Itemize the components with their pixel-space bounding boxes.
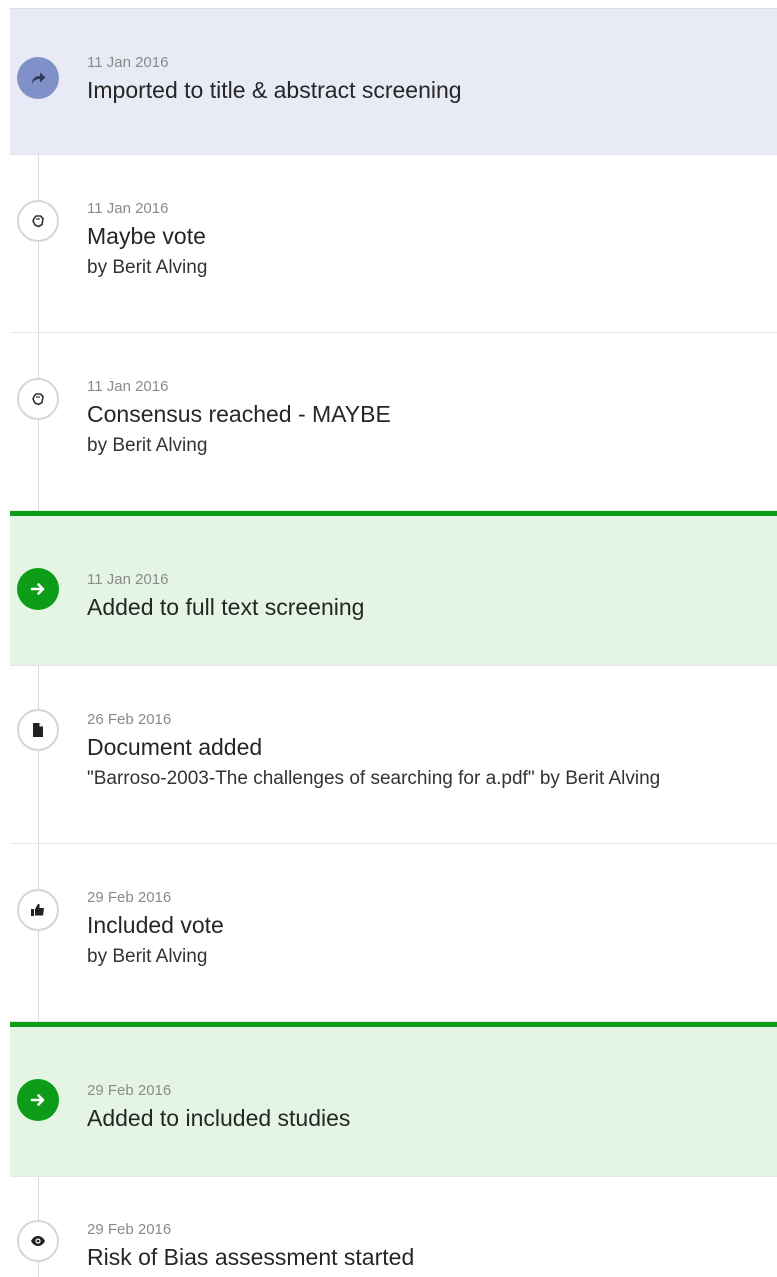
event-author: by Berit Alving (87, 257, 208, 278)
arrow-right-icon (17, 568, 59, 610)
event-date: 11 Jan 2016 (87, 378, 169, 395)
event-title: Included vote (87, 912, 224, 938)
event-title: Imported to title & abstract screening (87, 77, 462, 103)
event-title: Added to included studies (87, 1105, 351, 1131)
event-date: 26 Feb 2016 (87, 711, 172, 728)
document-link[interactable]: "Barroso-2003-The challenges of searchin… (87, 767, 773, 791)
timeline-event-consensus: 11 Jan 2016 Consensus reached - MAYBE by… (10, 333, 777, 511)
event-date: 29 Feb 2016 (87, 889, 172, 906)
event-title: Risk of Bias assessment started (87, 1244, 415, 1270)
timeline-event-imported: 11 Jan 2016 Imported to title & abstract… (10, 9, 777, 155)
event-author: by Berit Alving (87, 946, 208, 967)
thumbs-up-icon (17, 889, 59, 931)
timeline-event-included-vote: 29 Feb 2016 Included vote by Berit Alvin… (10, 844, 777, 1022)
event-date: 29 Feb 2016 (87, 1082, 172, 1099)
event-title: Consensus reached - MAYBE (87, 401, 391, 427)
hand-icon (17, 200, 59, 242)
share-arrow-icon (17, 57, 59, 99)
event-date: 29 Feb 2016 (87, 1221, 172, 1238)
event-date: 11 Jan 2016 (87, 571, 169, 588)
timeline-event-document: 26 Feb 2016 Document added "Barroso-2003… (10, 666, 777, 844)
event-title: Added to full text screening (87, 594, 365, 620)
event-date: 11 Jan 2016 (87, 200, 169, 217)
eye-icon (17, 1220, 59, 1262)
hand-icon (17, 378, 59, 420)
document-icon (17, 709, 59, 751)
timeline-event-full-text: 11 Jan 2016 Added to full text screening (10, 511, 777, 666)
timeline-event-included-studies: 29 Feb 2016 Added to included studies (10, 1022, 777, 1177)
event-date: 11 Jan 2016 (87, 54, 169, 71)
arrow-right-icon (17, 1079, 59, 1121)
event-title: Document added (87, 734, 263, 760)
event-title: Maybe vote (87, 223, 206, 249)
event-author: by Berit Alving (87, 435, 208, 456)
timeline-event-risk-of-bias: 29 Feb 2016 Risk of Bias assessment star… (10, 1177, 777, 1277)
history-timeline: 11 Jan 2016 Imported to title & abstract… (10, 8, 777, 1277)
timeline-event-maybe-vote: 11 Jan 2016 Maybe vote by Berit Alving (10, 155, 777, 333)
